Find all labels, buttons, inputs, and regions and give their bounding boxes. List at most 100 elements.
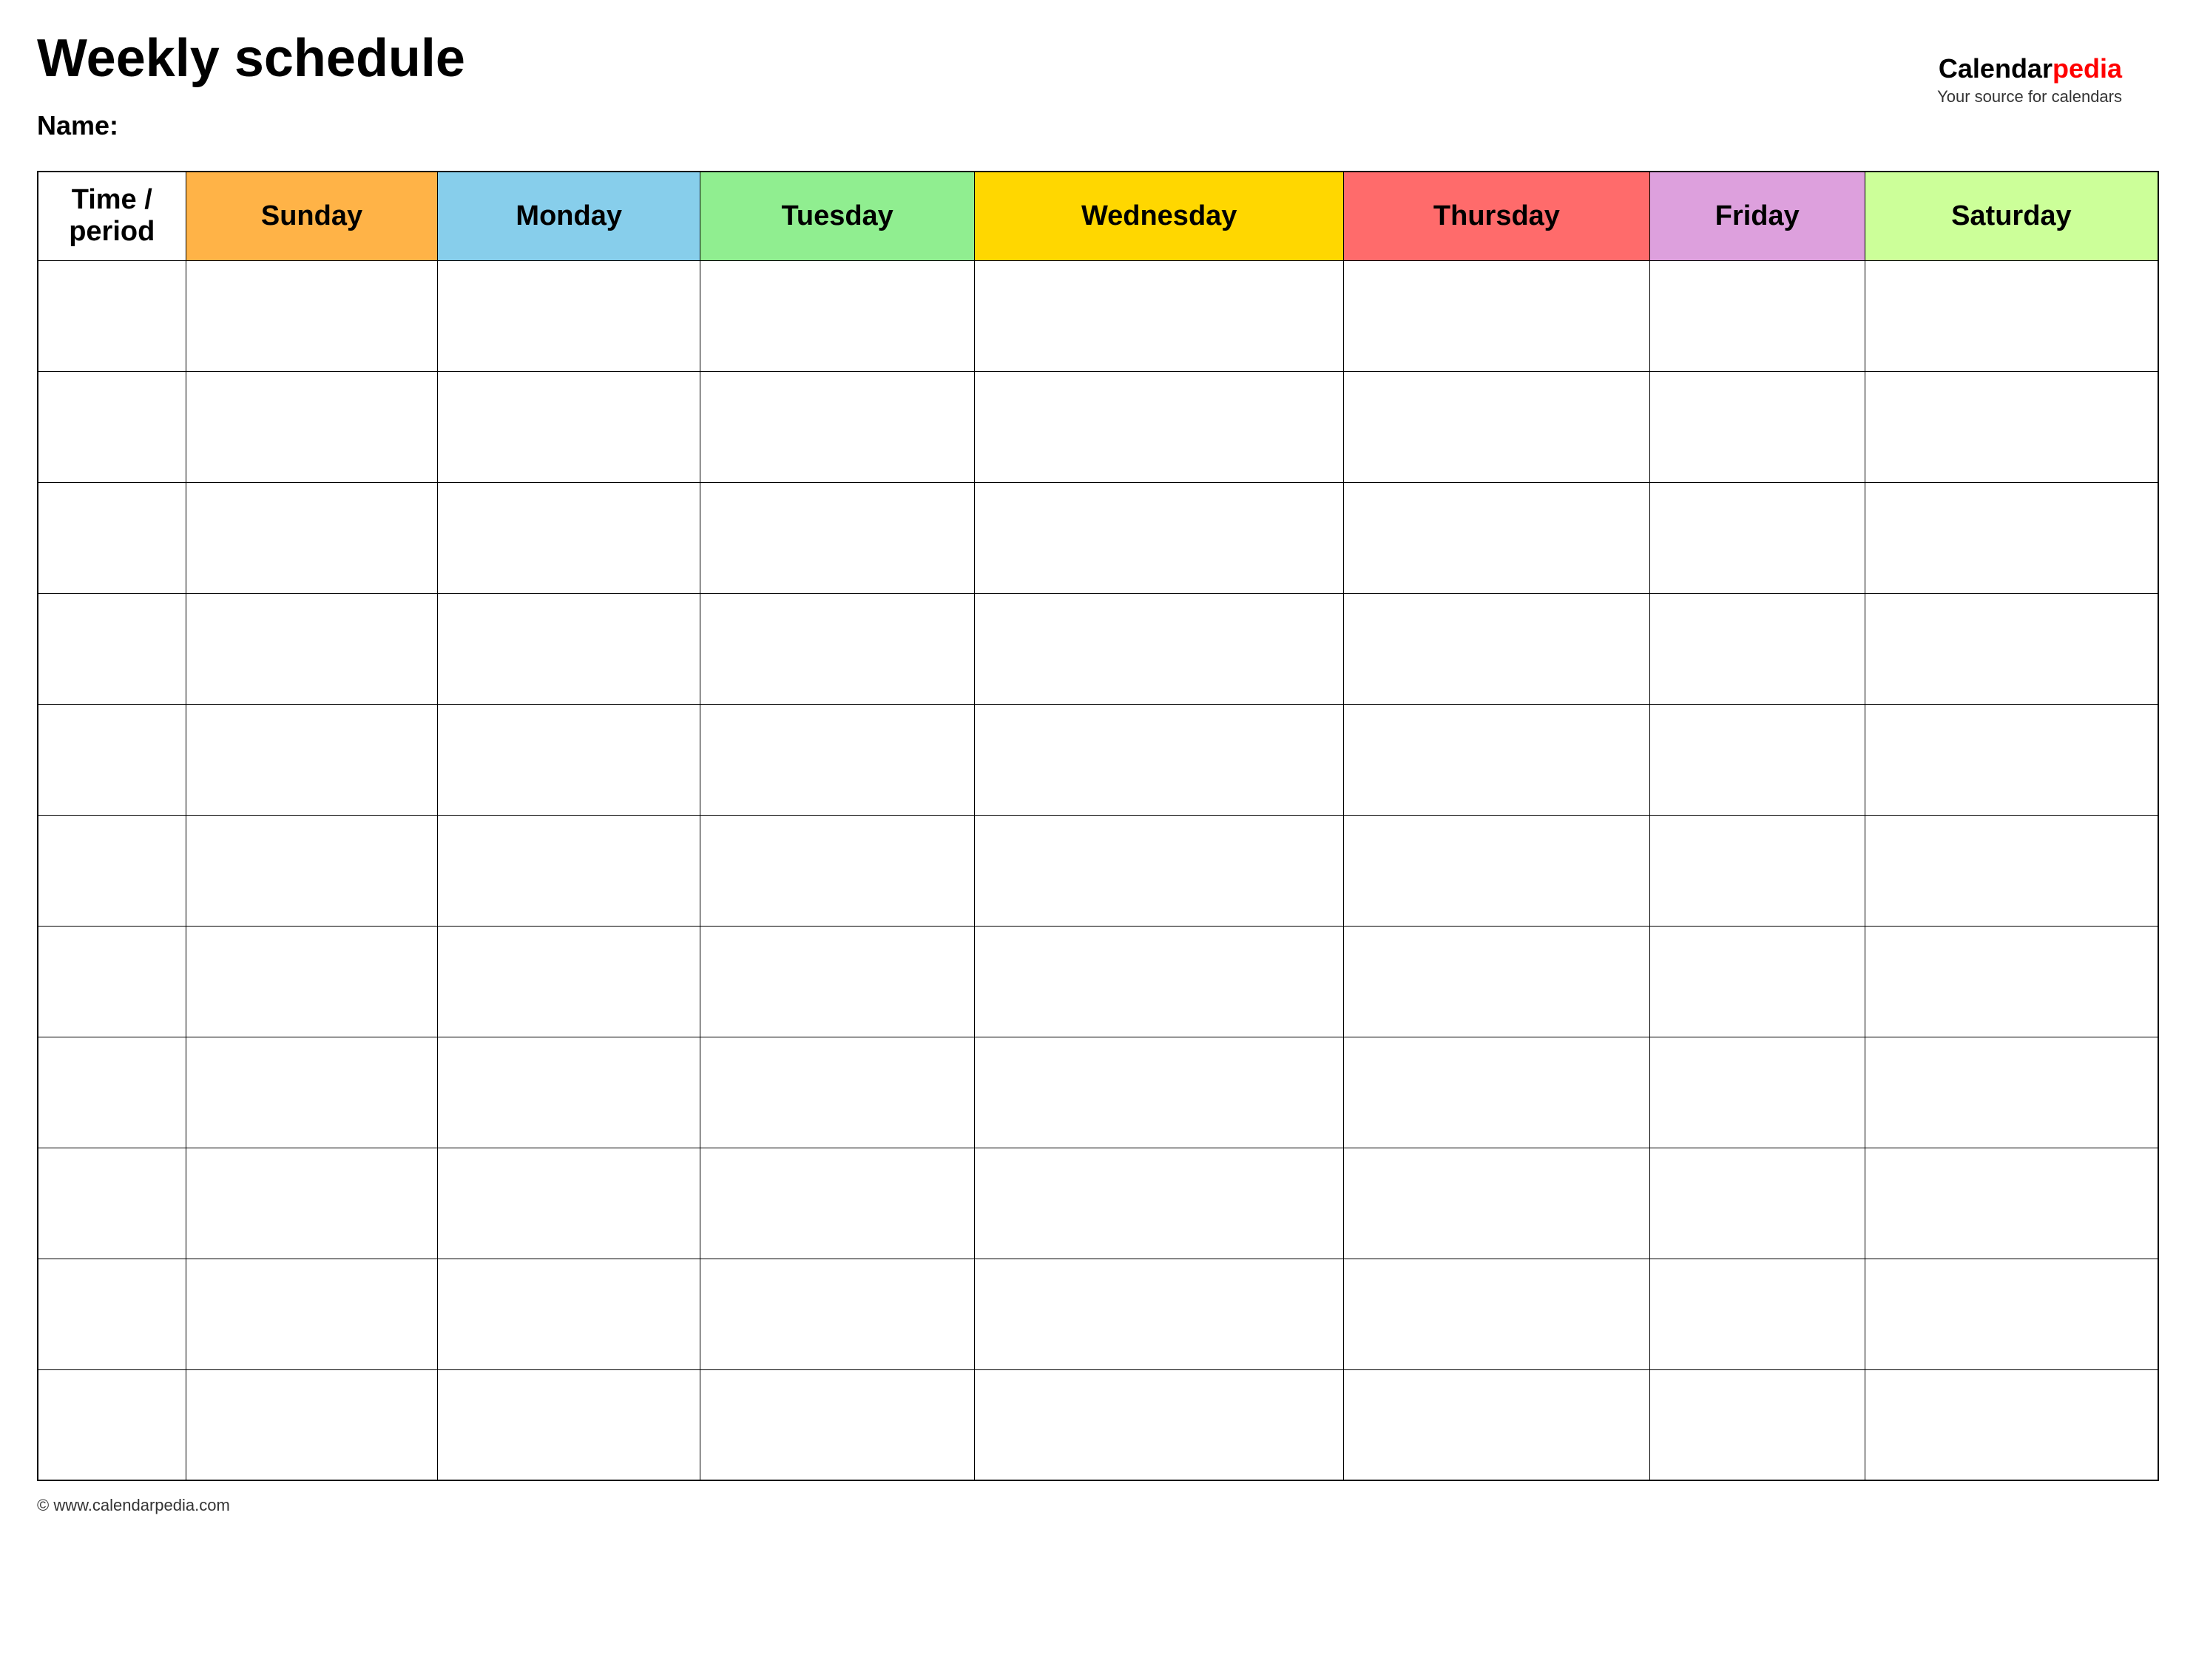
- schedule-cell[interactable]: [438, 815, 700, 926]
- schedule-cell[interactable]: [186, 926, 438, 1037]
- schedule-cell[interactable]: [438, 593, 700, 704]
- schedule-cell[interactable]: [975, 815, 1344, 926]
- schedule-cell[interactable]: [438, 260, 700, 371]
- schedule-cell[interactable]: [186, 593, 438, 704]
- schedule-cell[interactable]: [1344, 260, 1650, 371]
- table-row: [38, 1259, 2158, 1369]
- schedule-cell[interactable]: [1649, 1037, 1865, 1148]
- schedule-cell[interactable]: [975, 371, 1344, 482]
- schedule-cell[interactable]: [700, 704, 974, 815]
- schedule-cell[interactable]: [1649, 1259, 1865, 1369]
- time-cell[interactable]: [38, 704, 186, 815]
- schedule-cell[interactable]: [975, 260, 1344, 371]
- schedule-cell[interactable]: [1344, 1259, 1650, 1369]
- time-cell[interactable]: [38, 371, 186, 482]
- schedule-cell[interactable]: [1649, 704, 1865, 815]
- schedule-cell[interactable]: [438, 1037, 700, 1148]
- schedule-cell[interactable]: [975, 1148, 1344, 1259]
- schedule-cell[interactable]: [1865, 1148, 2158, 1259]
- schedule-cell[interactable]: [438, 704, 700, 815]
- schedule-cell[interactable]: [1649, 482, 1865, 593]
- table-row: [38, 1037, 2158, 1148]
- table-row: [38, 926, 2158, 1037]
- schedule-cell[interactable]: [700, 1369, 974, 1480]
- schedule-cell[interactable]: [1344, 704, 1650, 815]
- time-cell[interactable]: [38, 1148, 186, 1259]
- time-cell[interactable]: [38, 482, 186, 593]
- brand-name-calendar: Calendar: [1939, 53, 2053, 84]
- schedule-cell[interactable]: [1344, 371, 1650, 482]
- schedule-cell[interactable]: [1649, 593, 1865, 704]
- schedule-cell[interactable]: [438, 926, 700, 1037]
- schedule-cell[interactable]: [975, 1037, 1344, 1148]
- schedule-cell[interactable]: [975, 1369, 1344, 1480]
- schedule-cell[interactable]: [700, 260, 974, 371]
- schedule-cell[interactable]: [186, 260, 438, 371]
- schedule-cell[interactable]: [1865, 1259, 2158, 1369]
- time-cell[interactable]: [38, 1037, 186, 1148]
- schedule-cell[interactable]: [1865, 371, 2158, 482]
- header-wednesday: Wednesday: [975, 172, 1344, 260]
- schedule-cell[interactable]: [975, 1259, 1344, 1369]
- time-cell[interactable]: [38, 593, 186, 704]
- schedule-cell[interactable]: [700, 1259, 974, 1369]
- schedule-cell[interactable]: [700, 371, 974, 482]
- schedule-cell[interactable]: [438, 1259, 700, 1369]
- table-row: [38, 260, 2158, 371]
- schedule-cell[interactable]: [975, 593, 1344, 704]
- schedule-cell[interactable]: [186, 815, 438, 926]
- schedule-cell[interactable]: [1344, 1148, 1650, 1259]
- schedule-cell[interactable]: [1649, 1369, 1865, 1480]
- schedule-table: Time / period Sunday Monday Tuesday Wedn…: [37, 171, 2159, 1481]
- time-cell[interactable]: [38, 815, 186, 926]
- header-friday: Friday: [1649, 172, 1865, 260]
- schedule-cell[interactable]: [1649, 815, 1865, 926]
- schedule-cell[interactable]: [700, 926, 974, 1037]
- schedule-cell[interactable]: [1344, 815, 1650, 926]
- schedule-cell[interactable]: [1865, 1037, 2158, 1148]
- schedule-cell[interactable]: [1344, 482, 1650, 593]
- header-time: Time / period: [38, 172, 186, 260]
- schedule-cell[interactable]: [1865, 260, 2158, 371]
- schedule-cell[interactable]: [700, 815, 974, 926]
- schedule-cell[interactable]: [438, 1369, 700, 1480]
- schedule-cell[interactable]: [700, 1037, 974, 1148]
- schedule-cell[interactable]: [700, 1148, 974, 1259]
- schedule-cell[interactable]: [1865, 704, 2158, 815]
- schedule-cell[interactable]: [1865, 815, 2158, 926]
- schedule-cell[interactable]: [1344, 593, 1650, 704]
- time-cell[interactable]: [38, 1369, 186, 1480]
- schedule-cell[interactable]: [1344, 926, 1650, 1037]
- schedule-cell[interactable]: [186, 371, 438, 482]
- schedule-cell[interactable]: [438, 1148, 700, 1259]
- schedule-cell[interactable]: [975, 926, 1344, 1037]
- time-cell[interactable]: [38, 926, 186, 1037]
- schedule-cell[interactable]: [438, 482, 700, 593]
- schedule-cell[interactable]: [186, 482, 438, 593]
- schedule-cell[interactable]: [186, 704, 438, 815]
- schedule-cell[interactable]: [186, 1259, 438, 1369]
- schedule-cell[interactable]: [975, 482, 1344, 593]
- schedule-cell[interactable]: [1865, 482, 2158, 593]
- schedule-cell[interactable]: [1649, 926, 1865, 1037]
- schedule-cell[interactable]: [700, 482, 974, 593]
- schedule-cell[interactable]: [1865, 1369, 2158, 1480]
- time-cell[interactable]: [38, 260, 186, 371]
- schedule-cell[interactable]: [1344, 1037, 1650, 1148]
- table-row: [38, 1369, 2158, 1480]
- schedule-cell[interactable]: [186, 1037, 438, 1148]
- schedule-cell[interactable]: [1865, 926, 2158, 1037]
- schedule-cell[interactable]: [186, 1369, 438, 1480]
- schedule-cell[interactable]: [1649, 371, 1865, 482]
- time-cell[interactable]: [38, 1259, 186, 1369]
- header-saturday: Saturday: [1865, 172, 2158, 260]
- schedule-cell[interactable]: [438, 371, 700, 482]
- schedule-cell[interactable]: [1344, 1369, 1650, 1480]
- schedule-cell[interactable]: [975, 704, 1344, 815]
- schedule-cell[interactable]: [700, 593, 974, 704]
- schedule-cell[interactable]: [1865, 593, 2158, 704]
- table-row: [38, 1148, 2158, 1259]
- schedule-cell[interactable]: [1649, 1148, 1865, 1259]
- schedule-cell[interactable]: [186, 1148, 438, 1259]
- schedule-cell[interactable]: [1649, 260, 1865, 371]
